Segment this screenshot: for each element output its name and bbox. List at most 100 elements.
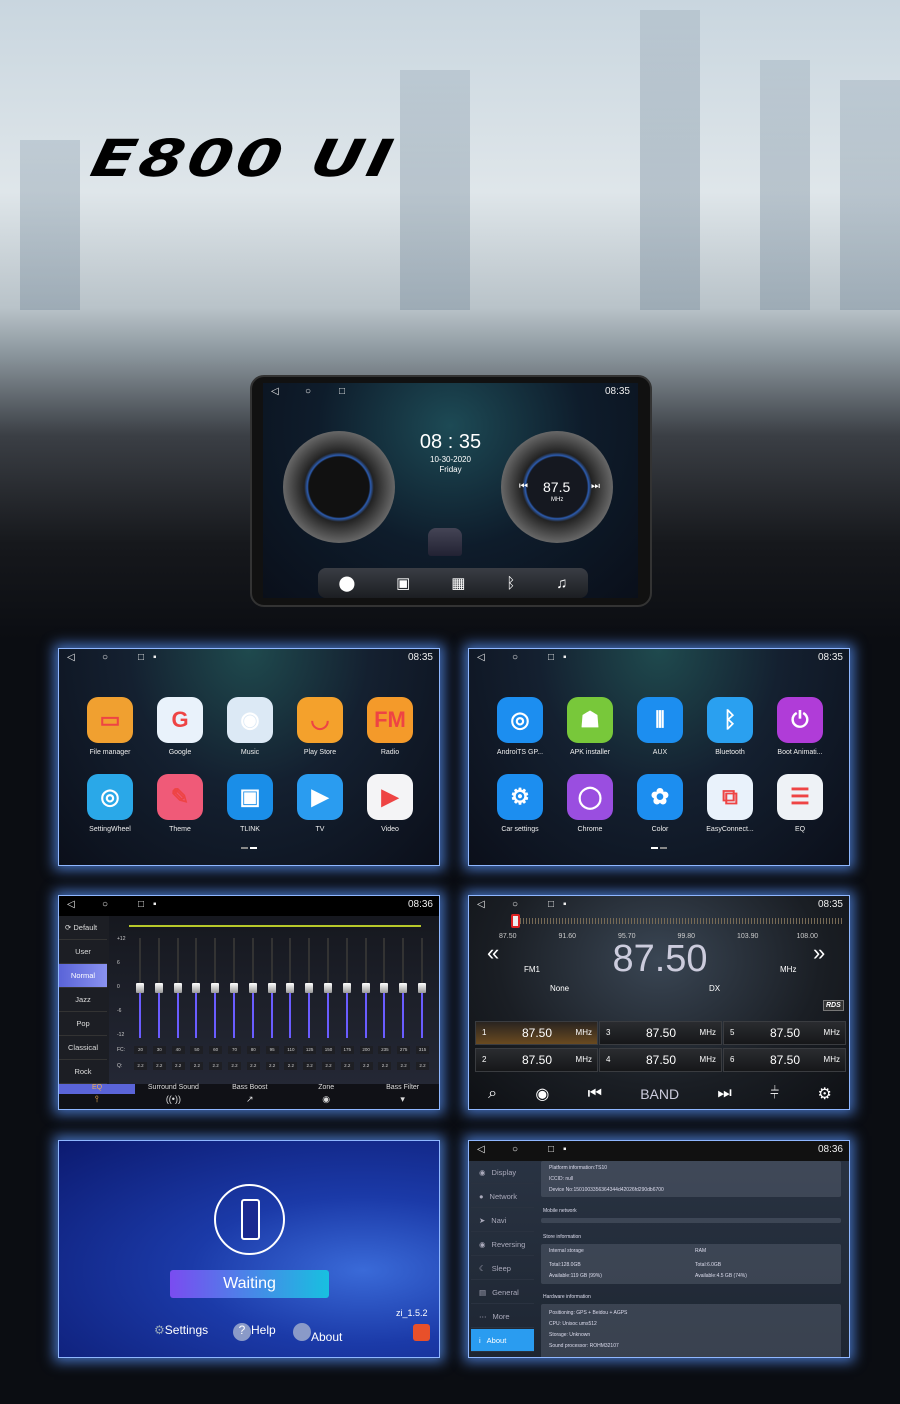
q-value[interactable]: 2.2 [284,1062,298,1070]
fc-value[interactable]: 80 [246,1046,260,1054]
slider-knob[interactable] [380,983,389,993]
app-google[interactable]: G Google [145,697,215,756]
back-icon[interactable]: ◁ [67,899,75,910]
slider-knob[interactable] [248,983,257,993]
fc-value[interactable]: 60 [209,1046,223,1054]
slider-knob[interactable] [154,983,163,993]
preset-6[interactable]: 6 87.50 MHz [723,1048,846,1072]
tab-bass-filter[interactable]: Bass Filter ▾ [365,1084,439,1109]
fc-value[interactable]: 40 [171,1046,185,1054]
q-value[interactable]: 2.2 [378,1062,392,1070]
menu-reversing[interactable]: ◉ Reversing [471,1233,534,1256]
app-tlink[interactable]: ▣ TLINK [215,774,285,833]
q-value[interactable]: 2.2 [303,1062,317,1070]
app-androits-gp-[interactable]: ◎ AndroiTS GP... [485,697,555,756]
q-value[interactable]: 2.2 [190,1062,204,1070]
tab-surround-sound[interactable]: Surround Sound ((•)) [135,1084,211,1109]
help-button[interactable]: ? Help [233,1323,276,1341]
fc-value[interactable]: 275 [397,1046,411,1054]
recents-icon[interactable]: □ [339,386,345,397]
music-icon[interactable]: ♫ [556,575,567,592]
app-aux[interactable]: ⫴ AUX [625,697,695,756]
back-icon[interactable]: ◁ [67,652,75,663]
slider-knob[interactable] [286,983,295,993]
q-value[interactable]: 2.2 [152,1062,166,1070]
fc-value[interactable]: 125 [303,1046,317,1054]
screenshot-icon[interactable]: ▪ [153,899,157,910]
back-icon[interactable]: ◁ [271,386,279,397]
fc-value[interactable]: 200 [359,1046,373,1054]
app-play-store[interactable]: ◡ Play Store [285,697,355,756]
screenshot-icon[interactable]: ▪ [563,899,567,910]
bluetooth-icon[interactable]: ᛒ [506,575,515,592]
app-settingwheel[interactable]: ◎ SettingWheel [75,774,145,833]
recents-icon[interactable]: □ [138,652,144,663]
fc-value[interactable]: 175 [340,1046,354,1054]
default-button[interactable]: ⟳ Default [59,916,107,940]
next-icon[interactable]: ⏭ [591,481,600,492]
home-icon[interactable]: ○ [102,652,108,663]
app-file-manager[interactable]: ▭ File manager [75,697,145,756]
home-icon[interactable]: ○ [512,652,518,663]
q-value[interactable]: 2.2 [397,1062,411,1070]
slider-knob[interactable] [136,983,144,993]
back-icon[interactable]: ◁ [477,1144,485,1155]
tab-zone[interactable]: Zone ◉ [288,1084,364,1109]
q-value[interactable]: 2.2 [265,1062,279,1070]
about-button[interactable]: About [293,1323,342,1344]
slider-knob[interactable] [305,983,314,993]
recents-icon[interactable]: □ [548,1144,554,1155]
app-car-settings[interactable]: ⚙ Car settings [485,774,555,833]
next-icon[interactable]: ⏭ [717,1085,731,1103]
app-video[interactable]: ▶ Video [355,774,425,833]
home-icon[interactable]: ○ [305,386,311,397]
location-icon[interactable]: ⬤ [338,574,355,592]
app-logo-icon[interactable] [413,1324,430,1341]
fc-value[interactable]: 315 [416,1046,429,1054]
home-icon[interactable]: ○ [512,1144,518,1155]
slider-knob[interactable] [418,983,426,993]
fc-value[interactable]: 95 [265,1046,279,1054]
preset-rock[interactable]: Rock [59,1060,107,1084]
slider-knob[interactable] [192,983,201,993]
q-value[interactable]: 2.2 [246,1062,260,1070]
slider-knob[interactable] [211,983,220,993]
antenna-icon[interactable]: ◉ [535,1084,549,1104]
screenshot-icon[interactable]: ▪ [563,1144,567,1155]
screenshot-icon[interactable]: ▪ [153,652,157,663]
radio-icon[interactable]: ▣ [396,574,410,592]
app-eq[interactable]: ☰ EQ [765,774,835,833]
q-value[interactable]: 2.2 [171,1062,185,1070]
page-indicator[interactable] [241,847,257,849]
menu-about[interactable]: i About [471,1329,534,1352]
preset-user[interactable]: User [59,940,107,964]
settings-gear-icon[interactable]: ⚙ [817,1084,831,1104]
menu-sleep[interactable]: ☾ Sleep [471,1257,534,1280]
preset-3[interactable]: 3 87.50 MHz [599,1021,722,1045]
preset-pop[interactable]: Pop [59,1012,107,1036]
menu-navi[interactable]: ➤ Navi [471,1209,534,1232]
search-icon[interactable]: ⌕ [488,1085,497,1103]
preset-2[interactable]: 2 87.50 MHz [475,1048,598,1072]
preset-4[interactable]: 4 87.50 MHz [599,1048,722,1072]
tab-eq[interactable]: EQ ⫯ [59,1084,135,1109]
preset-5[interactable]: 5 87.50 MHz [723,1021,846,1045]
q-value[interactable]: 2.2 [209,1062,223,1070]
app-radio[interactable]: FM Radio [355,697,425,756]
app-boot-animati-[interactable]: ⏻ Boot Animati... [765,697,835,756]
q-value[interactable]: 2.2 [416,1062,429,1070]
back-icon[interactable]: ◁ [477,899,485,910]
fc-value[interactable]: 70 [228,1046,241,1054]
app-chrome[interactable]: ◯ Chrome [555,774,625,833]
q-value[interactable]: 2.2 [228,1062,241,1070]
menu-more[interactable]: ⋯ More [471,1305,534,1328]
fc-value[interactable]: 235 [378,1046,392,1054]
tuning-scale[interactable] [514,918,844,924]
app-tv[interactable]: ▶ TV [285,774,355,833]
preset-normal[interactable]: Normal [59,964,107,988]
app-music[interactable]: ◉ Music [215,697,285,756]
previous-icon[interactable]: ⏮ [588,1085,602,1103]
preset-classical[interactable]: Classical [59,1036,107,1060]
slider-knob[interactable] [361,983,370,993]
tuning-handle[interactable] [511,914,520,928]
